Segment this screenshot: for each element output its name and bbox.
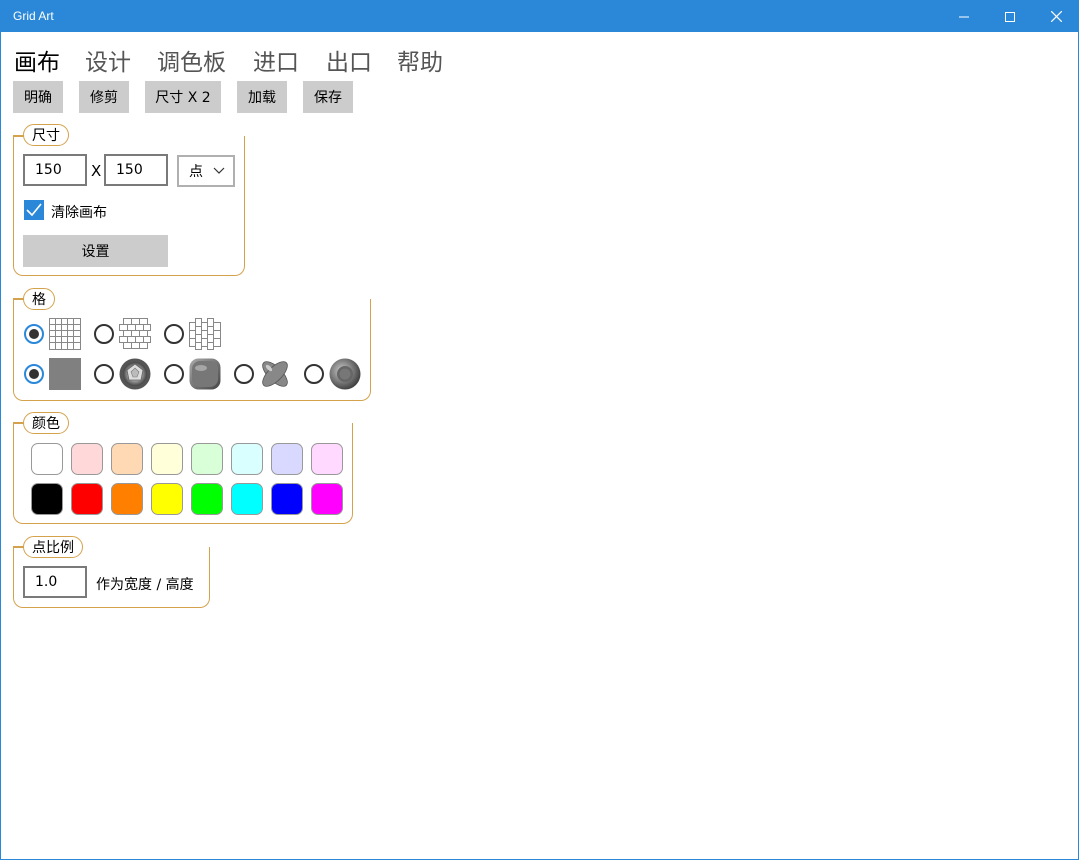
style-radio-flat[interactable] — [24, 364, 44, 384]
maximize-icon — [1005, 11, 1015, 22]
app-window: Grid Art 画布 设计 调色板 进口 出口 帮助 明确 修剪 尺寸 X 2… — [0, 0, 1079, 860]
close-icon — [1050, 11, 1062, 22]
clear-button[interactable]: 明确 — [13, 81, 63, 113]
light-color-swatch[interactable] — [311, 443, 343, 475]
tab-canvas[interactable]: 画布 — [14, 43, 60, 77]
ratio-label: 作为宽度 / 高度 — [96, 577, 194, 593]
light-color-swatch[interactable] — [31, 443, 63, 475]
style-radio-rounded[interactable] — [164, 364, 184, 384]
close-button[interactable] — [1033, 1, 1079, 32]
chevron-down-icon — [213, 167, 225, 174]
minimize-icon — [959, 16, 969, 17]
flat-square-icon — [49, 358, 81, 390]
maximize-button[interactable] — [987, 1, 1033, 32]
grid-group-legend: 格 — [23, 288, 55, 310]
bright-color-swatch[interactable] — [71, 483, 103, 515]
trim-button[interactable]: 修剪 — [79, 81, 129, 113]
clear-canvas-checkbox[interactable] — [24, 200, 44, 220]
ratio-group-legend: 点比例 — [23, 536, 83, 558]
ring-icon — [329, 358, 361, 390]
tab-palette[interactable]: 调色板 — [157, 43, 226, 77]
height-input[interactable]: 150 — [104, 154, 168, 186]
save-button[interactable]: 保存 — [303, 81, 353, 113]
size-group-legend: 尺寸 — [23, 124, 69, 146]
size-x2-button[interactable]: 尺寸 X 2 — [145, 81, 221, 113]
bright-color-swatch[interactable] — [311, 483, 343, 515]
set-size-button[interactable]: 设置 — [23, 235, 168, 267]
tab-design[interactable]: 设计 — [85, 43, 131, 77]
light-color-swatch[interactable] — [71, 443, 103, 475]
tab-help[interactable]: 帮助 — [397, 43, 443, 77]
bright-color-swatch[interactable] — [111, 483, 143, 515]
bright-color-swatch[interactable] — [271, 483, 303, 515]
style-radio-ring[interactable] — [304, 364, 324, 384]
unit-select[interactable]: 点 — [177, 155, 235, 187]
layout-radio-vertical-brick[interactable] — [164, 324, 184, 344]
app-title: Grid Art — [13, 9, 54, 23]
tab-export[interactable]: 出口 — [326, 43, 372, 77]
bright-color-swatch[interactable] — [151, 483, 183, 515]
style-radio-gem[interactable] — [94, 364, 114, 384]
light-color-swatch[interactable] — [151, 443, 183, 475]
width-input[interactable]: 150 — [23, 154, 87, 186]
brick-grid-icon — [119, 318, 151, 349]
vertical-brick-grid-icon — [189, 318, 221, 350]
tab-import[interactable]: 进口 — [253, 43, 299, 77]
unit-select-value: 点 — [189, 164, 203, 180]
bright-color-swatch[interactable] — [231, 483, 263, 515]
load-button[interactable]: 加载 — [237, 81, 287, 113]
bright-color-swatch[interactable] — [31, 483, 63, 515]
square-grid-icon — [49, 318, 81, 350]
style-radio-cross[interactable] — [234, 364, 254, 384]
size-separator: X — [91, 162, 102, 180]
light-color-swatch[interactable] — [231, 443, 263, 475]
light-color-swatch[interactable] — [271, 443, 303, 475]
minimize-button[interactable] — [941, 1, 987, 32]
gem-icon — [119, 358, 151, 390]
light-color-swatch[interactable] — [191, 443, 223, 475]
color-group-legend: 颜色 — [23, 412, 69, 434]
light-color-swatch[interactable] — [111, 443, 143, 475]
rounded-tile-icon — [189, 358, 221, 390]
layout-radio-square[interactable] — [24, 324, 44, 344]
checkmark-icon — [26, 203, 42, 217]
title-bar[interactable]: Grid Art — [1, 1, 1078, 32]
bright-color-swatch[interactable] — [191, 483, 223, 515]
clear-canvas-label: 清除画布 — [51, 205, 107, 221]
ratio-input[interactable]: 1.0 — [23, 566, 87, 598]
cross-knot-icon — [262, 361, 288, 387]
layout-radio-brick[interactable] — [94, 324, 114, 344]
